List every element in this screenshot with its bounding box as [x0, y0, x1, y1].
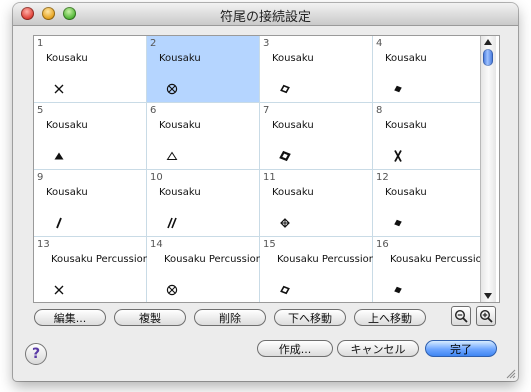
diamond-cross-icon [278, 216, 292, 230]
notehead-cell[interactable]: 2 Kousaku [147, 36, 259, 102]
notehead-cell[interactable]: 11 Kousaku [260, 170, 372, 236]
notehead-cell[interactable]: 14 Kousaku Percussion [147, 237, 263, 302]
notehead-cell[interactable]: 7 Kousaku [260, 103, 372, 169]
diamond-outline-icon [278, 283, 292, 297]
cell-font-name: Kousaku [272, 53, 314, 64]
cell-number: 10 [150, 172, 163, 183]
zoom-in-icon [479, 309, 493, 323]
cell-number: 3 [263, 38, 270, 49]
move-up-button[interactable]: 上へ移動 [354, 309, 426, 326]
double-slash-icon [165, 216, 179, 230]
x-icon [52, 82, 66, 96]
notehead-cell[interactable]: 16 Kousaku Percussion [373, 237, 489, 302]
zoom-out-button[interactable] [451, 306, 471, 326]
diamond-outline-icon [278, 82, 292, 96]
scroll-up-arrow-icon[interactable] [484, 39, 492, 45]
cell-font-name: Kousaku [159, 187, 201, 198]
delete-button[interactable]: 削除 [194, 309, 266, 326]
cell-number: 12 [376, 172, 389, 183]
circled-x-icon [165, 283, 179, 297]
cell-font-name: Kousaku [46, 187, 88, 198]
vertical-scrollbar[interactable] [480, 36, 496, 302]
help-button[interactable]: ? [25, 343, 47, 365]
cell-number: 14 [150, 239, 163, 250]
cell-number: 8 [376, 105, 383, 116]
notehead-cell[interactable]: 5 Kousaku [34, 103, 146, 169]
notehead-cell[interactable]: 10 Kousaku [147, 170, 259, 236]
title-bar: 符尾の接続設定 [13, 3, 518, 26]
cell-font-name: Kousaku [159, 53, 201, 64]
cell-font-name: Kousaku [385, 187, 427, 198]
cell-number: 11 [263, 172, 276, 183]
notehead-grid-panel: 1 Kousaku 2 Kousaku 3 Kousaku 4 Kousaku 5 Kousaku… [33, 35, 500, 303]
cell-font-name: Kousaku [46, 120, 88, 131]
cancel-button[interactable]: キャンセル [337, 340, 419, 357]
window-title: 符尾の接続設定 [219, 10, 311, 25]
slash-icon [52, 216, 66, 230]
duplicate-button[interactable]: 複製 [114, 309, 186, 326]
diamond-filled-icon [391, 82, 405, 96]
diamond-filled-icon [391, 216, 405, 230]
notehead-cell[interactable]: 9 Kousaku [34, 170, 146, 236]
done-button[interactable]: 完了 [425, 340, 497, 357]
cell-font-name: Kousaku Percussion [277, 254, 376, 265]
cell-number: 5 [37, 105, 44, 116]
edit-button[interactable]: 編集... [34, 309, 106, 326]
cell-number: 4 [376, 38, 383, 49]
cell-font-name: Kousaku Percussion [164, 254, 263, 265]
notehead-cell[interactable]: 3 Kousaku [260, 36, 372, 102]
cell-font-name: Kousaku Percussion [390, 254, 489, 265]
notehead-grid: 1 Kousaku 2 Kousaku 3 Kousaku 4 Kousaku 5 Kousaku… [34, 36, 489, 302]
move-down-button[interactable]: 下へ移動 [274, 309, 346, 326]
cell-font-name: Kousaku [272, 120, 314, 131]
scroll-thumb[interactable] [483, 49, 493, 66]
circled-x-icon [165, 82, 179, 96]
cell-number: 15 [263, 239, 276, 250]
cell-font-name: Kousaku [385, 120, 427, 131]
triangle-outline-icon [165, 149, 179, 163]
zoom-out-icon [454, 309, 468, 323]
x-icon [52, 283, 66, 297]
dialog-window: 符尾の接続設定 1 Kousaku 2 Kousaku 3 Kousaku 4 Kousaku… [13, 3, 518, 381]
cell-font-name: Kousaku [159, 120, 201, 131]
notehead-cell[interactable]: 1 Kousaku [34, 36, 146, 102]
notehead-cell[interactable]: 8 Kousaku [373, 103, 485, 169]
cell-number: 6 [150, 105, 157, 116]
cell-number: 1 [37, 38, 44, 49]
cell-number: 16 [376, 239, 389, 250]
cell-number: 13 [37, 239, 50, 250]
notehead-cell[interactable]: 6 Kousaku [147, 103, 259, 169]
triangle-filled-icon [52, 149, 66, 163]
x-bold-icon [391, 149, 405, 163]
diamond-filled-icon [391, 283, 405, 297]
zoom-in-button[interactable] [476, 306, 496, 326]
cell-font-name: Kousaku [272, 187, 314, 198]
notehead-cell[interactable]: 4 Kousaku [373, 36, 485, 102]
cell-font-name: Kousaku [385, 53, 427, 64]
diamond-bold-outline-icon [278, 149, 292, 163]
notehead-cell[interactable]: 13 Kousaku Percussion [34, 237, 150, 302]
scroll-down-arrow-icon[interactable] [484, 293, 492, 299]
notehead-cell[interactable]: 15 Kousaku Percussion [260, 237, 376, 302]
notehead-cell[interactable]: 12 Kousaku [373, 170, 485, 236]
cell-font-name: Kousaku [46, 53, 88, 64]
cell-number: 7 [263, 105, 270, 116]
resize-grip-icon[interactable] [504, 367, 516, 379]
cell-number: 2 [150, 38, 157, 49]
cell-number: 9 [37, 172, 44, 183]
cell-font-name: Kousaku Percussion [51, 254, 150, 265]
create-button[interactable]: 作成... [257, 340, 333, 357]
